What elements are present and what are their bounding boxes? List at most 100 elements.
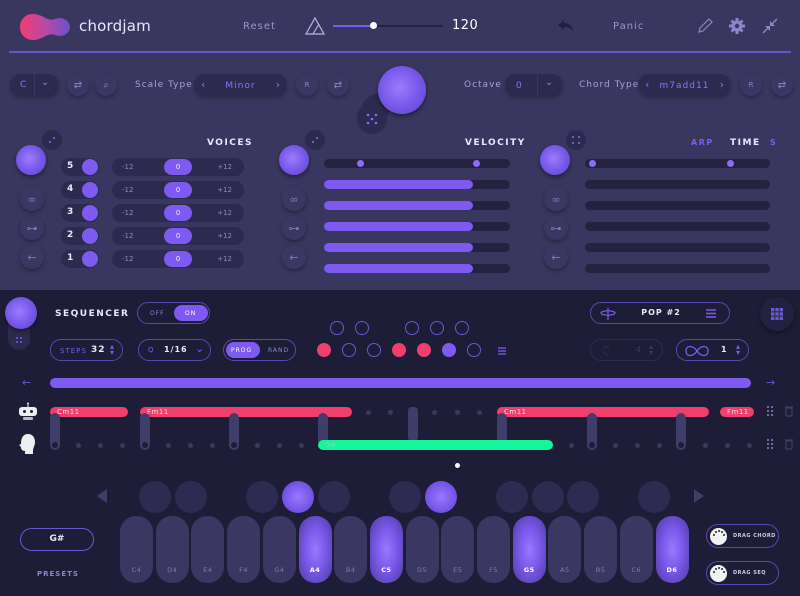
toggle-off-label[interactable]: OFF: [150, 310, 165, 317]
arp-voice-slider[interactable]: [585, 222, 770, 231]
piano-key-f5[interactable]: F5: [477, 516, 510, 583]
piano-key-f-sharp4[interactable]: [246, 481, 278, 513]
velocity-knob[interactable]: [279, 145, 309, 175]
piano-key-g-sharp4[interactable]: [282, 481, 314, 513]
chord-stem[interactable]: [587, 413, 597, 450]
step-dot[interactable]: [388, 410, 393, 415]
pattern-step-bottom[interactable]: [442, 343, 456, 357]
step-dot[interactable]: [299, 443, 304, 448]
random-scale-button[interactable]: R: [296, 74, 318, 96]
voice-octave-slider[interactable]: -12 0 +12: [112, 250, 244, 268]
pattern-menu-icon[interactable]: [497, 346, 507, 356]
sequencer-knob[interactable]: [5, 297, 37, 329]
drag-seq-button[interactable]: DRAG SEQ: [706, 561, 779, 585]
chord-lane-trash-icon[interactable]: [784, 405, 794, 417]
steps-value[interactable]: 32: [91, 345, 106, 355]
tab-s[interactable]: S: [770, 138, 777, 147]
piano-key-g-sharp5[interactable]: [532, 481, 564, 513]
piano-key-e4[interactable]: E4: [191, 516, 225, 583]
piano-key-c-sharp5[interactable]: [389, 481, 421, 513]
piano-key-d-sharp4[interactable]: [175, 481, 207, 513]
chord-lane-drag-icon[interactable]: [765, 405, 775, 417]
step-dot[interactable]: [76, 443, 81, 448]
piano-key-b5[interactable]: B5: [584, 516, 618, 583]
voice-enabled-indicator[interactable]: [82, 159, 98, 175]
voice-toggle[interactable]: 2: [61, 227, 99, 245]
piano-key-f4[interactable]: F4: [227, 516, 261, 583]
step-dot[interactable]: [747, 443, 752, 448]
chord-block[interactable]: Fm11: [720, 407, 754, 417]
steps-stepper[interactable]: STEPS 32 ▴ ▾: [50, 339, 123, 361]
step-dot[interactable]: [255, 443, 260, 448]
preset-selector[interactable]: POP #2: [590, 302, 730, 324]
tab-arp[interactable]: ARP: [691, 138, 714, 147]
voice-octave-slider[interactable]: -12 0 +12: [112, 181, 244, 199]
swap-key-button[interactable]: ⇄: [67, 74, 89, 96]
quantize-select[interactable]: Q 1/16 ⌄: [138, 339, 211, 361]
metronome-icon[interactable]: [305, 17, 325, 35]
tempo-slider-handle[interactable]: [369, 22, 377, 29]
pattern-step-bottom[interactable]: [367, 343, 381, 357]
chord-type-select[interactable]: ‹ m7add11 ›: [638, 74, 731, 96]
panic-button[interactable]: Panic: [613, 21, 644, 32]
piano-key-g5[interactable]: G5: [512, 516, 546, 583]
piano-key-e5[interactable]: E5: [441, 516, 475, 583]
step-dot[interactable]: [166, 443, 171, 448]
pattern-step-top[interactable]: [330, 321, 344, 335]
scale-type-select[interactable]: ‹ Minor ›: [194, 74, 287, 96]
chord-stem[interactable]: [229, 413, 239, 450]
piano-key-c-sharp6[interactable]: [638, 481, 670, 513]
pattern-step-bottom[interactable]: [342, 343, 356, 357]
scroll-right-icon[interactable]: →: [766, 376, 775, 389]
voice-toggle[interactable]: 5: [61, 158, 99, 176]
voices-link-button[interactable]: ∞: [20, 187, 44, 211]
dice-button[interactable]: [357, 104, 387, 134]
arp-knob[interactable]: [540, 145, 570, 175]
arp-voice-slider[interactable]: [585, 201, 770, 210]
piano-key-a5[interactable]: A5: [548, 516, 582, 583]
arp-voice-slider[interactable]: [585, 264, 770, 273]
toggle-on-label[interactable]: ON: [185, 310, 196, 317]
piano-key-b4[interactable]: B4: [334, 516, 368, 583]
step-dot[interactable]: [455, 410, 460, 415]
step-dot[interactable]: [569, 443, 574, 448]
velocity-dice-button[interactable]: [305, 130, 325, 150]
chord-stem[interactable]: [676, 413, 686, 450]
step-dot[interactable]: [703, 443, 708, 448]
arp-link-button[interactable]: ∞: [544, 187, 568, 211]
menu-icon[interactable]: [705, 308, 717, 319]
pattern-step-top[interactable]: [405, 321, 419, 335]
voices-dice-button[interactable]: [42, 130, 62, 150]
chevron-right-icon[interactable]: ›: [720, 78, 724, 91]
stepper-arrows-icon[interactable]: ▴ ▾: [110, 343, 114, 357]
step-dot[interactable]: [366, 410, 371, 415]
piano-key-d-sharp5[interactable]: [425, 481, 457, 513]
undo-icon[interactable]: [557, 19, 575, 33]
piano-key-c-sharp4[interactable]: [139, 481, 171, 513]
swap-chord-button[interactable]: ⇄: [771, 74, 793, 96]
step-dot[interactable]: [120, 443, 125, 448]
tempo-slider[interactable]: [333, 22, 443, 29]
arp-voice-slider[interactable]: [585, 243, 770, 252]
piano-key-f-sharp5[interactable]: [496, 481, 528, 513]
octave-down-icon[interactable]: [96, 488, 108, 504]
voice-enabled-indicator[interactable]: [82, 228, 98, 244]
swap-scale-button[interactable]: ⇄: [327, 74, 349, 96]
reset-button[interactable]: Reset: [243, 21, 276, 32]
voice-octave-slider[interactable]: -12 0 +12: [112, 204, 244, 222]
step-dot[interactable]: [477, 410, 482, 415]
sequencer-toggle[interactable]: OFF ON: [137, 302, 210, 324]
step-dot[interactable]: [613, 443, 618, 448]
piano-key-a4[interactable]: A4: [298, 516, 332, 583]
voice-toggle[interactable]: 3: [61, 204, 99, 222]
note-block[interactable]: G#: [318, 440, 553, 450]
voices-knob[interactable]: [16, 145, 46, 175]
velocity-range-min-handle[interactable]: [357, 160, 365, 167]
step-dot[interactable]: [277, 443, 282, 448]
mode-toggle[interactable]: PROG RAND: [223, 339, 296, 361]
presets-button[interactable]: PRESETS: [37, 570, 79, 578]
step-dot[interactable]: [432, 410, 437, 415]
piano-key-d6[interactable]: D6: [655, 516, 689, 583]
pencil-icon[interactable]: [696, 17, 714, 35]
piano-key-c6[interactable]: C6: [619, 516, 653, 583]
